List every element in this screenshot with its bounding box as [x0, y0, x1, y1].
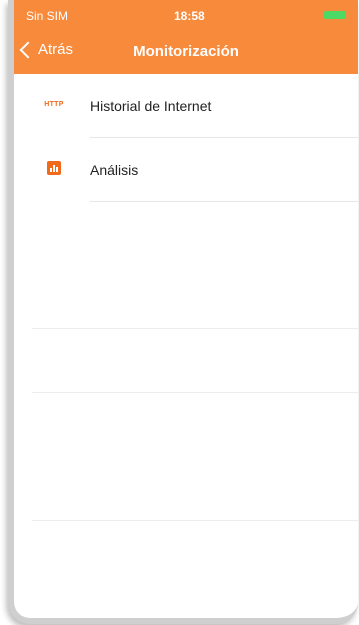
battery-icon — [324, 11, 346, 19]
list-item-internet-history[interactable]: HTTP Historial de Internet — [14, 74, 358, 138]
list-item-label: Análisis — [90, 162, 139, 178]
divider — [32, 328, 358, 329]
bar-chart-icon — [42, 160, 66, 176]
phone-frame: Sin SIM 18:58 Atrás Monitorización HTTP … — [8, 0, 358, 624]
divider — [32, 520, 358, 521]
list-item-label: Historial de Internet — [90, 98, 212, 114]
divider — [32, 392, 358, 393]
http-icon: HTTP — [44, 100, 64, 108]
menu-list: HTTP Historial de Internet Análisis — [14, 74, 358, 202]
carrier-label: Sin SIM — [26, 9, 69, 23]
screen: Sin SIM 18:58 Atrás Monitorización HTTP … — [0, 0, 359, 625]
list-item-analysis[interactable]: Análisis — [14, 138, 358, 202]
page-title: Monitorización — [133, 43, 239, 60]
divider — [90, 201, 358, 202]
status-time: 18:58 — [174, 9, 205, 23]
navigation-bar: Atrás Monitorización — [14, 28, 358, 74]
status-bar: Sin SIM 18:58 — [14, 0, 358, 28]
